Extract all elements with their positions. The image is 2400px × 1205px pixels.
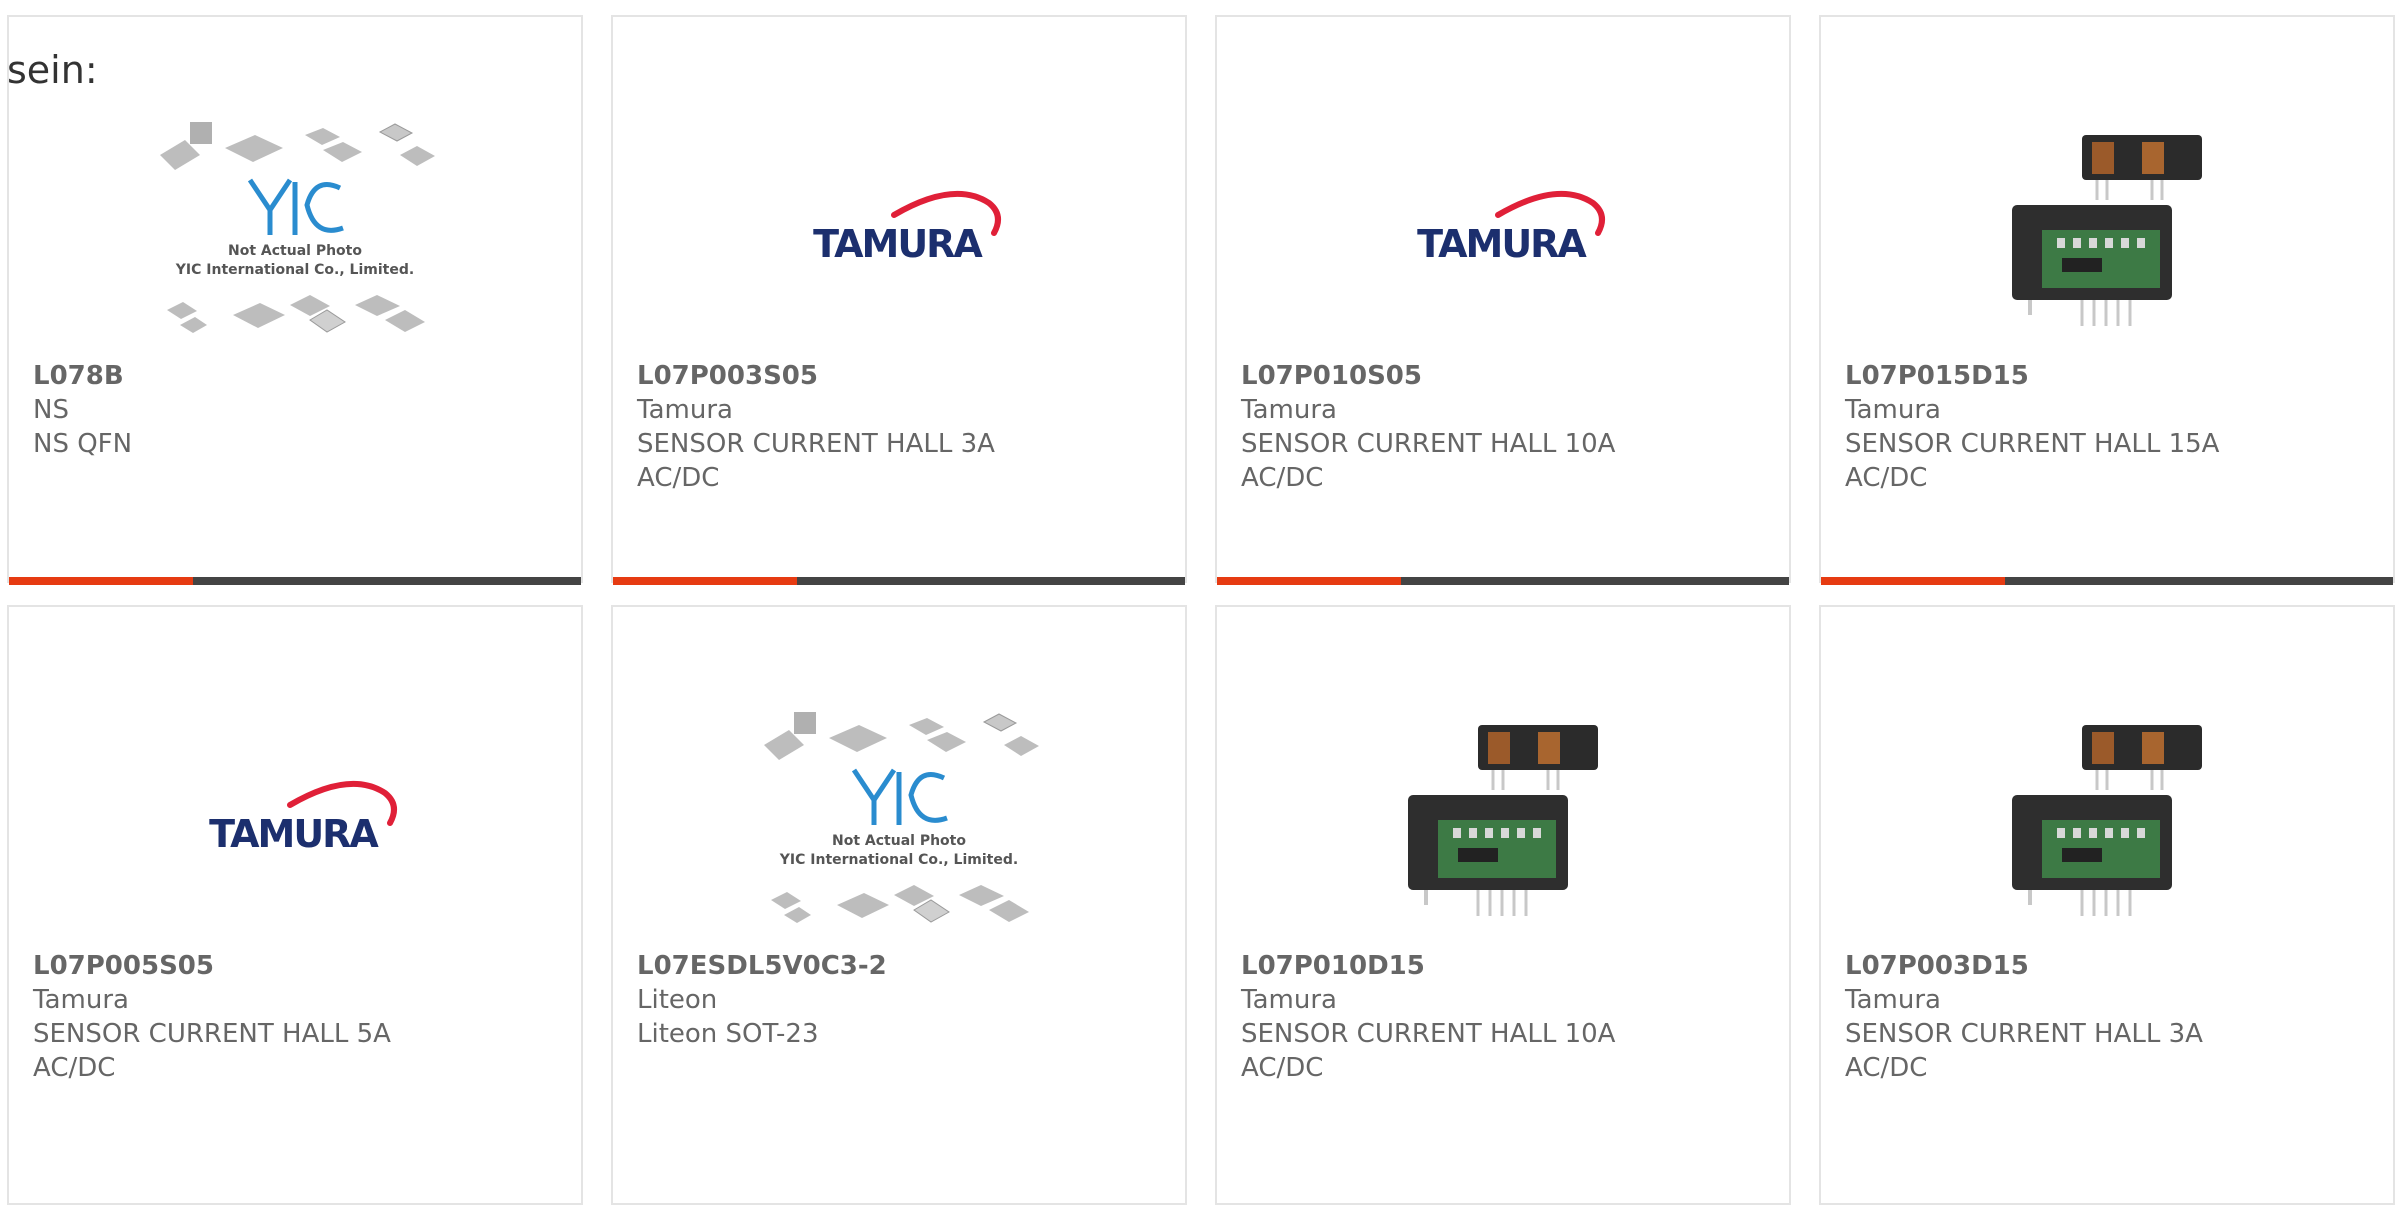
svg-text:TAMURA: TAMURA [1417, 222, 1587, 266]
manufacturer: Tamura [1845, 985, 1941, 1015]
product-info: L078B NS NS QFN [33, 359, 561, 461]
sensor-photo-image [2012, 135, 2202, 326]
description-2: AC/DC [1241, 463, 1324, 493]
sensor-photo-image [1408, 725, 1598, 916]
part-number[interactable]: L07P015D15 [1845, 359, 2373, 393]
part-number[interactable]: L07P003D15 [1845, 949, 2373, 983]
description: Liteon SOT-23 [637, 1019, 819, 1049]
manufacturer: Liteon [637, 985, 718, 1015]
svg-text:TAMURA: TAMURA [209, 812, 379, 856]
product-card[interactable]: Not Actual Photo YIC International Co., L… [7, 15, 583, 585]
description: SENSOR CURRENT HALL 10A [1241, 1019, 1616, 1049]
svg-text:YIC International Co., Limited: YIC International Co., Limited. [175, 262, 414, 278]
product-card[interactable]: L07P003D15 Tamura SENSOR CURRENT HALL 3A… [1819, 605, 2395, 1205]
manufacturer: Tamura [1845, 395, 1941, 425]
product-info: L07ESDL5V0C3-2 Liteon Liteon SOT-23 [637, 949, 1165, 1051]
card-accent [1217, 577, 1401, 585]
svg-text:YIC International Co., Limited: YIC International Co., Limited. [779, 852, 1018, 868]
product-image[interactable]: Not Actual Photo YIC International Co., L… [9, 95, 581, 365]
description-2: AC/DC [1241, 1053, 1324, 1083]
product-info: L07P010D15 Tamura SENSOR CURRENT HALL 10… [1241, 949, 1769, 1085]
product-card[interactable]: TAMURA L07P005S05 Tamura SENSOR CURRENT … [7, 605, 583, 1205]
product-grid: Not Actual Photo YIC International Co., L… [0, 0, 2400, 1205]
description: SENSOR CURRENT HALL 3A [1845, 1019, 2203, 1049]
part-number[interactable]: L07P010D15 [1241, 949, 1769, 983]
tamura-logo-image: TAMURA [1417, 190, 1605, 266]
svg-text:TAMURA: TAMURA [813, 222, 983, 266]
product-image[interactable]: TAMURA [1217, 95, 1789, 365]
description: SENSOR CURRENT HALL 10A [1241, 429, 1616, 459]
part-number[interactable]: L07P005S05 [33, 949, 561, 983]
product-card[interactable]: L07P010D15 Tamura SENSOR CURRENT HALL 10… [1215, 605, 1791, 1205]
intro-text: sein: [7, 48, 98, 92]
manufacturer: NS [33, 395, 69, 425]
manufacturer: Tamura [637, 395, 733, 425]
card-bottom-bar [9, 577, 581, 585]
part-number[interactable]: L078B [33, 359, 561, 393]
description-2: AC/DC [1845, 1053, 1928, 1083]
product-card[interactable]: L07P015D15 Tamura SENSOR CURRENT HALL 15… [1819, 15, 2395, 585]
card-accent [613, 577, 797, 585]
description: SENSOR CURRENT HALL 15A [1845, 429, 2220, 459]
description-2: AC/DC [33, 1053, 116, 1083]
card-accent [9, 577, 193, 585]
part-number[interactable]: L07P010S05 [1241, 359, 1769, 393]
product-info: L07P005S05 Tamura SENSOR CURRENT HALL 5A… [33, 949, 561, 1085]
part-number[interactable]: L07P003S05 [637, 359, 1165, 393]
product-info: L07P003D15 Tamura SENSOR CURRENT HALL 3A… [1845, 949, 2373, 1085]
product-image[interactable]: TAMURA [613, 95, 1185, 365]
product-card[interactable]: Not Actual Photo YIC International Co., L… [611, 605, 1187, 1205]
product-image[interactable]: Not Actual Photo YIC International Co., L… [613, 685, 1185, 955]
card-accent [1821, 577, 2005, 585]
card-bottom-bar [1217, 577, 1789, 585]
product-info: L07P015D15 Tamura SENSOR CURRENT HALL 15… [1845, 359, 2373, 495]
description: SENSOR CURRENT HALL 5A [33, 1019, 391, 1049]
tamura-logo-image: TAMURA [813, 190, 1001, 266]
description-2: AC/DC [1845, 463, 1928, 493]
product-image[interactable] [1821, 685, 2393, 955]
yic-placeholder-image: Not Actual Photo YIC International Co., L… [160, 122, 435, 333]
yic-placeholder-image: Not Actual Photo YIC International Co., L… [764, 712, 1039, 923]
card-bottom-bar [1821, 577, 2393, 585]
svg-text:Not Actual Photo: Not Actual Photo [832, 833, 966, 849]
manufacturer: Tamura [33, 985, 129, 1015]
card-bottom-bar [613, 577, 1185, 585]
product-image[interactable] [1821, 95, 2393, 365]
svg-text:Not Actual Photo: Not Actual Photo [228, 243, 362, 259]
product-info: L07P010S05 Tamura SENSOR CURRENT HALL 10… [1241, 359, 1769, 495]
part-number[interactable]: L07ESDL5V0C3-2 [637, 949, 1165, 983]
tamura-logo-image: TAMURA [209, 780, 397, 856]
product-image[interactable] [1217, 685, 1789, 955]
description-2: AC/DC [637, 463, 720, 493]
description: NS QFN [33, 429, 133, 459]
manufacturer: Tamura [1241, 985, 1337, 1015]
product-info: L07P003S05 Tamura SENSOR CURRENT HALL 3A… [637, 359, 1165, 495]
sensor-photo-image [2012, 725, 2202, 916]
manufacturer: Tamura [1241, 395, 1337, 425]
description: SENSOR CURRENT HALL 3A [637, 429, 995, 459]
product-card[interactable]: TAMURA L07P003S05 Tamura SENSOR CURRENT … [611, 15, 1187, 585]
product-card[interactable]: TAMURA L07P010S05 Tamura SENSOR CURRENT … [1215, 15, 1791, 585]
product-image[interactable]: TAMURA [9, 685, 581, 955]
